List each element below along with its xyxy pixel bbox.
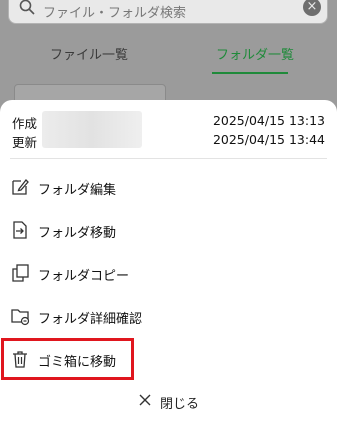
- menu-item-label: フォルダ詳細確認: [38, 312, 143, 327]
- menu-item-move-folder[interactable]: フォルダ移動: [0, 210, 337, 250]
- created-value: 2025/04/15 13:13: [212, 113, 325, 128]
- tab-bar: ファイル一覧 フォルダ一覧: [0, 36, 337, 76]
- tab-folder-list[interactable]: フォルダ一覧: [216, 44, 294, 63]
- menu-item-folder-details[interactable]: フォルダ詳細確認: [0, 296, 337, 336]
- created-label: 作成: [12, 116, 38, 131]
- search-placeholder: ファイル・フォルダ検索: [43, 6, 187, 21]
- menu-item-edit-folder[interactable]: フォルダ編集: [0, 167, 337, 207]
- search-icon: [19, 0, 35, 15]
- folder-info-icon: [11, 309, 30, 326]
- redacted-folder-name: [42, 111, 142, 148]
- tab-file-list[interactable]: ファイル一覧: [50, 44, 128, 63]
- menu-item-label: フォルダ移動: [38, 226, 117, 241]
- edit-icon: [12, 179, 29, 195]
- close-label: 閉じる: [160, 397, 200, 412]
- active-tab-indicator: [212, 72, 288, 74]
- updated-label: 更新: [12, 135, 38, 150]
- copy-icon: [12, 264, 29, 282]
- close-button[interactable]: 閉じる: [0, 384, 337, 420]
- menu-item-label: フォルダ編集: [38, 183, 117, 198]
- updated-value: 2025/04/15 13:44: [212, 132, 325, 147]
- menu-item-copy-folder[interactable]: フォルダコピー: [0, 253, 337, 293]
- divider: [10, 158, 327, 159]
- highlight-box: [1, 338, 134, 380]
- menu-item-label: フォルダコピー: [38, 269, 130, 284]
- clear-search-icon[interactable]: ×: [303, 0, 321, 16]
- close-icon: [139, 394, 151, 406]
- action-sheet: 作成 2025/04/15 13:13 更新 2025/04/15 13:44 …: [0, 100, 337, 424]
- move-icon: [13, 221, 27, 239]
- search-input[interactable]: ファイル・フォルダ検索 ×: [8, 0, 328, 24]
